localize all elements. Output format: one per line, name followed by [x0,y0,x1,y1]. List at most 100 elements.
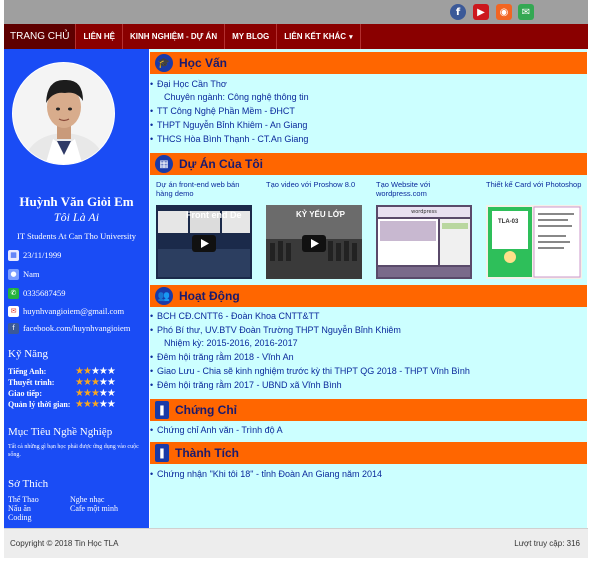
star-filled-icon: ★ [75,388,84,399]
profile-name: Huỳnh Văn Giỏi Em [19,194,134,209]
education-major: Chuyên ngành: Công nghệ thông tin [164,92,309,102]
bookmark-icon: ❚ [155,444,169,462]
education-item: THPT Nguyễn Bỉnh Khiêm - An Giang [150,120,307,130]
phone-value: 0335687459 [23,288,66,298]
main-content: 🎓 Học Vấn Đại Học Cần Thơ Chuyên ngành: … [150,49,587,528]
email-icon: ✉ [8,305,19,317]
nav-contact[interactable]: LIÊN HỆ [76,24,124,49]
calendar-icon: ▦ [8,249,19,261]
star-empty-icon: ★ [98,399,108,410]
activity-item: Đêm hội trăng rằm 2018 - Vĩnh An [150,352,294,362]
star-rating: ★★★★★ [75,399,116,410]
project-video-thumbnail[interactable]: Front end De [156,205,252,279]
user-icon: ● [8,268,19,280]
hobby-item: Cafe một mình [70,504,118,513]
skill-row: Tiếng Anh: ★★★★★ [8,366,148,377]
star-empty-icon: ★ [106,366,116,377]
phone-row: ✆ 0335687459 [8,286,66,300]
nav-blog[interactable]: MY BLOG [225,24,278,49]
activity-item: Đêm hội trăng rằm 2017 - UBND xã Vĩnh Bì… [150,380,342,390]
bookmark-icon: ❚ [155,401,169,419]
star-empty-icon: ★ [98,388,108,399]
birthday-row: ▦ 23/11/1999 [8,248,61,262]
gender-value: Nam [23,269,40,279]
star-rating: ★★★★★ [75,366,116,377]
star-rating: ★★★★★ [75,388,116,399]
star-empty-icon: ★ [98,366,108,377]
nav-other-links[interactable]: LIÊN KẾT KHÁC ▾ [277,24,361,49]
email-row[interactable]: ✉ huynhvangioiem@gmail.com [8,304,124,318]
project-thumb-label: Front end De [186,210,242,220]
project-title[interactable]: Tạo video với Proshow 8.0 [266,180,364,201]
star-empty-icon: ★ [106,377,116,388]
achievements-header: ❚ Thành Tích [150,442,587,464]
activities-title: Hoạt Động [179,289,240,303]
skill-row: Giao tiếp: ★★★★★ [8,388,148,399]
activity-item: BCH CĐ.CNTT6 - Đoàn Khoa CNTT&TT [150,311,320,321]
certificates-title: Chứng Chỉ [175,403,238,417]
gmail-icon[interactable]: ✉ [518,4,534,20]
education-title: Học Vấn [179,56,228,70]
star-filled-icon: ★ [82,366,92,377]
star-empty-icon: ★ [90,366,100,377]
skill-row: Quản lý thời gian: ★★★★★ [8,399,148,410]
activity-item: Giao Lưu - Chia sẽ kinh nghiệm trước kỳ … [150,366,470,376]
avatar [12,62,115,165]
skill-row: Thuyết trình: ★★★★★ [8,377,148,388]
hobby-item: Nghe nhạc [70,495,105,504]
star-filled-icon: ★ [90,377,100,388]
star-empty-icon: ★ [106,399,116,410]
graduation-cap-icon: 🎓 [155,54,173,72]
facebook-value[interactable]: facebook.com/huynhvangioiem [23,323,130,333]
certificates-header: ❚ Chứng Chỉ [150,399,587,421]
star-filled-icon: ★ [82,388,92,399]
phone-icon: ✆ [8,287,19,299]
star-empty-icon: ★ [98,377,108,388]
star-filled-icon: ★ [82,377,92,388]
goal-text: Tất cả những gì bạn học phải được ứng dụ… [8,444,139,458]
youtube-icon[interactable]: ▶ [473,4,489,20]
project-thumb-label: KỶ YẾU LỚP [296,210,345,219]
achievements-title: Thành Tích [175,446,239,460]
nav-experience[interactable]: KINH NGHIỆM - DỰ ÁN [123,24,226,49]
education-item: THCS Hòa Bình Thạnh - CT.An Giang [150,134,308,144]
rss-icon[interactable]: ◉ [496,4,512,20]
project-video-thumbnail[interactable]: KỶ YẾU LỚP [266,205,362,279]
facebook-icon[interactable]: f [450,4,466,20]
project-image-thumbnail[interactable]: TLA-03 [486,205,582,279]
profile-tagline: Tôi Là Ai [53,210,100,224]
hobby-item: Thể Thao [8,495,39,504]
certificate-item: Chứng chỉ Anh văn - Trình độ A [150,425,283,435]
project-card[interactable]: Tạo video với Proshow 8.0 KỶ YẾU LỚP [266,180,364,279]
project-card[interactable]: Thiết kế Card với Photoshop TLA-03 [486,180,584,279]
project-image-thumbnail[interactable]: wordpress [376,205,472,279]
hobby-item: Nấu ăn [8,504,31,513]
project-title[interactable]: Tạo Website với wordpress.com [376,180,474,201]
star-filled-icon: ★ [82,399,92,410]
footer: Copyright © 2018 Tin Học TLA Lượt truy c… [4,528,588,558]
facebook-row[interactable]: f facebook.com/huynhvangioiem [8,321,130,335]
facebook-small-icon: f [8,322,19,334]
education-header: 🎓 Học Vấn [150,52,587,74]
achievement-item: Chứng nhận "Khi tôi 18" - tỉnh Đoàn An G… [150,469,382,479]
star-rating: ★★★★★ [75,377,116,388]
nav-home[interactable]: TRANG CHỦ [4,24,77,49]
project-card[interactable]: Tạo Website với wordpress.com wordpress [376,180,474,279]
project-card[interactable]: Dự án front-end web bán hàng demo Front … [156,180,254,279]
education-item: Đại Học Cần Thơ [150,79,227,89]
skill-label: Thuyết trình: [8,378,55,387]
copyright-text: Copyright © 2018 Tin Học TLA [10,539,119,548]
skills-heading: Kỹ Năng [8,348,49,360]
project-title[interactable]: Thiết kế Card với Photoshop [486,180,584,201]
profile-sidebar: Huỳnh Văn Giỏi Em Tôi Là Ai IT Students … [4,49,149,528]
top-social-bar: f ▶ ◉ ✉ [4,0,588,24]
skill-label: Quản lý thời gian: [8,400,71,409]
star-filled-icon: ★ [75,399,84,410]
projects-title: Dự Án Của Tôi [179,157,264,171]
project-title[interactable]: Dự án front-end web bán hàng demo [156,180,254,201]
visit-counter: Lượt truy cập: 316 [514,539,580,548]
star-filled-icon: ★ [75,366,84,377]
project-thumb-label: TLA-03 [498,219,519,225]
email-value[interactable]: huynhvangioiem@gmail.com [23,306,124,316]
projects-header: ▦ Dự Án Của Tôi [150,153,587,175]
